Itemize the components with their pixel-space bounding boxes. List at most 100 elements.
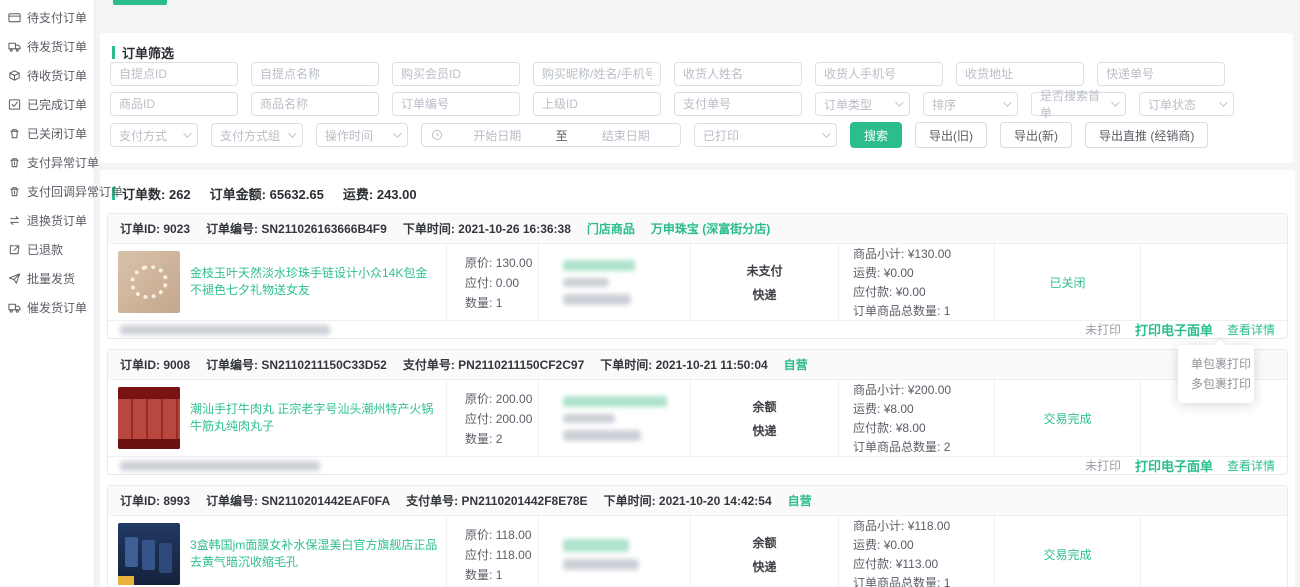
buyer-cell-redacted xyxy=(538,244,690,320)
product-id-input[interactable] xyxy=(110,92,238,116)
product-image xyxy=(118,387,180,449)
redacted-line xyxy=(563,414,615,423)
date-separator: 至 xyxy=(552,127,572,144)
payment-method-select[interactable]: 支付方式 xyxy=(110,123,198,147)
order-count-value: 262 xyxy=(169,187,191,202)
product-title-link[interactable]: 3盒韩国jm面膜女补水保湿美白官方旗舰店正品去黄气暗沉收缩毛孔 xyxy=(190,537,438,571)
sidebar-item-returns[interactable]: 退换货订单 xyxy=(0,206,94,235)
chevron-down-icon xyxy=(288,129,296,137)
date-range-picker[interactable]: 开始日期 至 结束日期 xyxy=(421,123,681,147)
sidebar-item-payment-exception[interactable]: 支付异常订单 xyxy=(0,148,94,177)
clock-icon xyxy=(431,129,443,141)
parent-id-input[interactable] xyxy=(533,92,661,116)
end-date-field[interactable]: 结束日期 xyxy=(572,127,681,144)
buyer-member-id-input[interactable] xyxy=(392,62,520,86)
chevron-down-icon xyxy=(1219,98,1227,106)
order-type-select[interactable]: 订单类型 xyxy=(815,92,910,116)
product-name-input[interactable] xyxy=(251,92,379,116)
export-new-button[interactable]: 导出(新) xyxy=(1000,122,1072,148)
print-waybill-link[interactable]: 打印电子面单 xyxy=(1135,456,1213,475)
tracking-number-input[interactable] xyxy=(1097,62,1225,86)
print-waybill-link[interactable]: 打印电子面单 xyxy=(1135,320,1213,339)
select-placeholder: 订单状态 xyxy=(1148,96,1196,113)
order-sn-input[interactable] xyxy=(392,92,520,116)
orig-price-value: 118.00 xyxy=(496,528,532,542)
sidebar-item-completed[interactable]: 已完成订单 xyxy=(0,90,94,119)
sidebar-item-label: 待支付订单 xyxy=(27,9,87,26)
redacted-line xyxy=(563,294,631,305)
order-card-body: 3盒韩国jm面膜女补水保湿美白官方旗舰店正品去黄气暗沉收缩毛孔 原价: 118.… xyxy=(108,516,1287,587)
redacted-line xyxy=(563,539,629,552)
qty-label: 数量: xyxy=(465,296,492,310)
payment-sn: 支付单号: PN2110211150CF2C97 xyxy=(403,356,584,373)
product-title-link[interactable]: 金枝玉叶天然淡水珍珠手链设计小众14K包金不褪色七夕礼物送女友 xyxy=(190,265,438,299)
sidebar-item-label: 批量发货 xyxy=(27,270,75,287)
order-amount-label: 订单金额: xyxy=(210,187,266,202)
sidebar-item-label: 支付异常订单 xyxy=(27,154,99,171)
qty-value: 2 xyxy=(496,432,503,446)
sidebar-item-pending-shipment[interactable]: 待发货订单 xyxy=(0,32,94,61)
share-out-icon xyxy=(8,243,21,256)
subtotal-label: 商品小计: xyxy=(853,383,904,397)
swap-arrows-icon xyxy=(8,214,21,227)
order-id: 订单ID: 9023 xyxy=(120,220,190,237)
view-detail-link[interactable]: 查看详情 xyxy=(1227,321,1275,338)
printed-status-select[interactable]: 已打印 xyxy=(694,123,837,147)
product-title-link[interactable]: 潮汕手打牛肉丸 正宗老字号汕头潮州特产火锅牛筋丸纯肉丸子 xyxy=(190,401,438,435)
freight-value: ¥8.00 xyxy=(884,402,914,416)
filter-section-title: 订单筛选 xyxy=(100,33,1293,62)
redacted-line xyxy=(563,559,639,570)
subtotal-label: 商品小计: xyxy=(853,247,904,261)
single-package-print-option[interactable]: 单包裹打印 xyxy=(1178,354,1254,374)
sidebar-item-label: 待发货订单 xyxy=(27,38,87,55)
actions-cell xyxy=(1140,516,1287,587)
operate-time-select[interactable]: 操作时间 xyxy=(316,123,408,147)
total-qty-label: 订单商品总数量: xyxy=(853,304,940,318)
sidebar-item-batch-shipment[interactable]: 批量发货 xyxy=(0,264,94,293)
qty-value: 1 xyxy=(496,296,503,310)
totals-cell: 商品小计: ¥130.00 运费: ¥0.00 应付款: ¥0.00 订单商品总… xyxy=(838,244,994,320)
multi-package-print-option[interactable]: 多包裹打印 xyxy=(1178,374,1254,394)
start-date-field[interactable]: 开始日期 xyxy=(443,127,552,144)
order-time: 下单时间: 2021-10-26 16:36:38 xyxy=(403,220,571,237)
order-status-select[interactable]: 订单状态 xyxy=(1139,92,1234,116)
actions-cell xyxy=(1140,244,1287,320)
receiver-address-input[interactable] xyxy=(956,62,1084,86)
sort-select[interactable]: 排序 xyxy=(923,92,1018,116)
freight-label: 运费: xyxy=(853,266,880,280)
sidebar-item-closed[interactable]: 已关闭订单 xyxy=(0,119,94,148)
sidebar-item-callback-exception[interactable]: 支付回调异常订单 xyxy=(0,177,94,206)
order-tag: 自营 xyxy=(788,492,812,509)
sidebar-item-urge-shipment[interactable]: 催发货订单 xyxy=(0,293,94,322)
sidebar-item-label: 已退款 xyxy=(27,241,63,258)
export-old-button[interactable]: 导出(旧) xyxy=(915,122,987,148)
sidebar-item-pending-receipt[interactable]: 待收货订单 xyxy=(0,61,94,90)
sidebar-item-pending-payment[interactable]: 待支付订单 xyxy=(0,3,94,32)
freight-value: 243.00 xyxy=(377,187,417,202)
payment-method-group-select[interactable]: 支付方式组 xyxy=(211,123,303,147)
receiver-name-input[interactable] xyxy=(674,62,802,86)
order-id: 订单ID: 9008 xyxy=(120,356,190,373)
product-image xyxy=(118,523,180,585)
first-order-select[interactable]: 是否搜索首单 xyxy=(1031,92,1126,116)
chevron-down-icon xyxy=(393,129,401,137)
view-detail-link[interactable]: 查看详情 xyxy=(1227,457,1275,474)
subtotal-value: ¥200.00 xyxy=(908,383,951,397)
export-direct-button[interactable]: 导出直推 (经销商) xyxy=(1085,122,1208,148)
select-placeholder: 订单类型 xyxy=(824,96,872,113)
payment-sn-input[interactable] xyxy=(674,92,802,116)
pay-price-label: 应付: xyxy=(465,412,492,426)
receiver-phone-input[interactable] xyxy=(815,62,943,86)
active-tab-stub[interactable] xyxy=(113,0,167,5)
pickup-point-name-input[interactable] xyxy=(251,62,379,86)
chevron-down-icon xyxy=(183,129,191,137)
buyer-nickname-input[interactable] xyxy=(533,62,661,86)
order-card-body: 金枝玉叶天然淡水珍珠手链设计小众14K包金不褪色七夕礼物送女友 原价: 130.… xyxy=(108,244,1287,320)
search-button[interactable]: 搜索 xyxy=(850,122,902,148)
sidebar-item-refunded[interactable]: 已退款 xyxy=(0,235,94,264)
subtotal-value: ¥130.00 xyxy=(908,247,951,261)
trash-alert-icon xyxy=(8,185,21,198)
pickup-point-id-input[interactable] xyxy=(110,62,238,86)
order-status-cell: 交易完成 xyxy=(994,516,1140,587)
qty-value: 1 xyxy=(496,568,503,582)
